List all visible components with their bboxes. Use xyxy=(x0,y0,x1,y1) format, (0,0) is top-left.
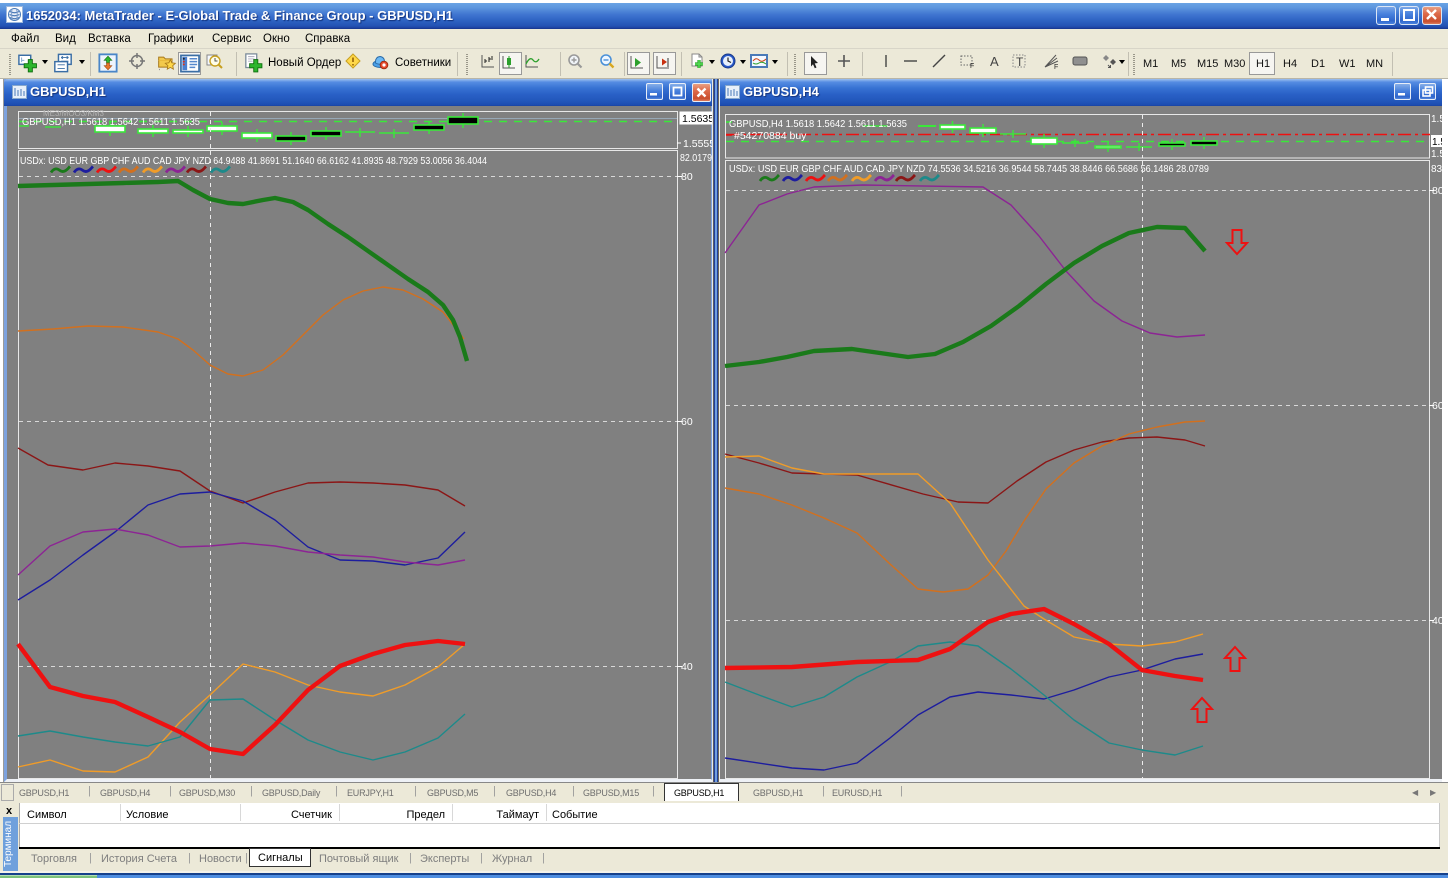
svg-text:80: 80 xyxy=(681,171,693,183)
svg-text:GBPUSD,H1 1.5618 1.5642 1.561: GBPUSD,H1 1.5618 1.5642 1.5611 1.5635 xyxy=(22,116,200,128)
svg-text:USDx: USD EUR GBP CHF AUD CAD: USDx: USD EUR GBP CHF AUD CAD JPY NZD 64… xyxy=(20,155,487,167)
svg-text:40: 40 xyxy=(681,661,693,673)
svg-text:#54270884 buy: #54270884 buy xyxy=(734,130,807,142)
svg-text:82.0179: 82.0179 xyxy=(680,152,712,164)
svg-text:A: A xyxy=(990,54,999,69)
svg-text:1.5635: 1.5635 xyxy=(682,113,714,125)
svg-text:60: 60 xyxy=(681,416,693,428)
svg-text:T: T xyxy=(1016,55,1024,69)
svg-text:GBPUSD,H4 1.5618 1.5642 1.561: GBPUSD,H4 1.5618 1.5642 1.5611 1.5635 xyxy=(729,118,907,130)
svg-text:1.5555: 1.5555 xyxy=(683,138,714,150)
svg-text:USDx: USD EUR GBP CHF AUD CAD: USDx: USD EUR GBP CHF AUD CAD JPY NZD 74… xyxy=(729,163,1209,175)
svg-text:F: F xyxy=(1054,64,1058,71)
svg-text:F: F xyxy=(970,63,974,70)
